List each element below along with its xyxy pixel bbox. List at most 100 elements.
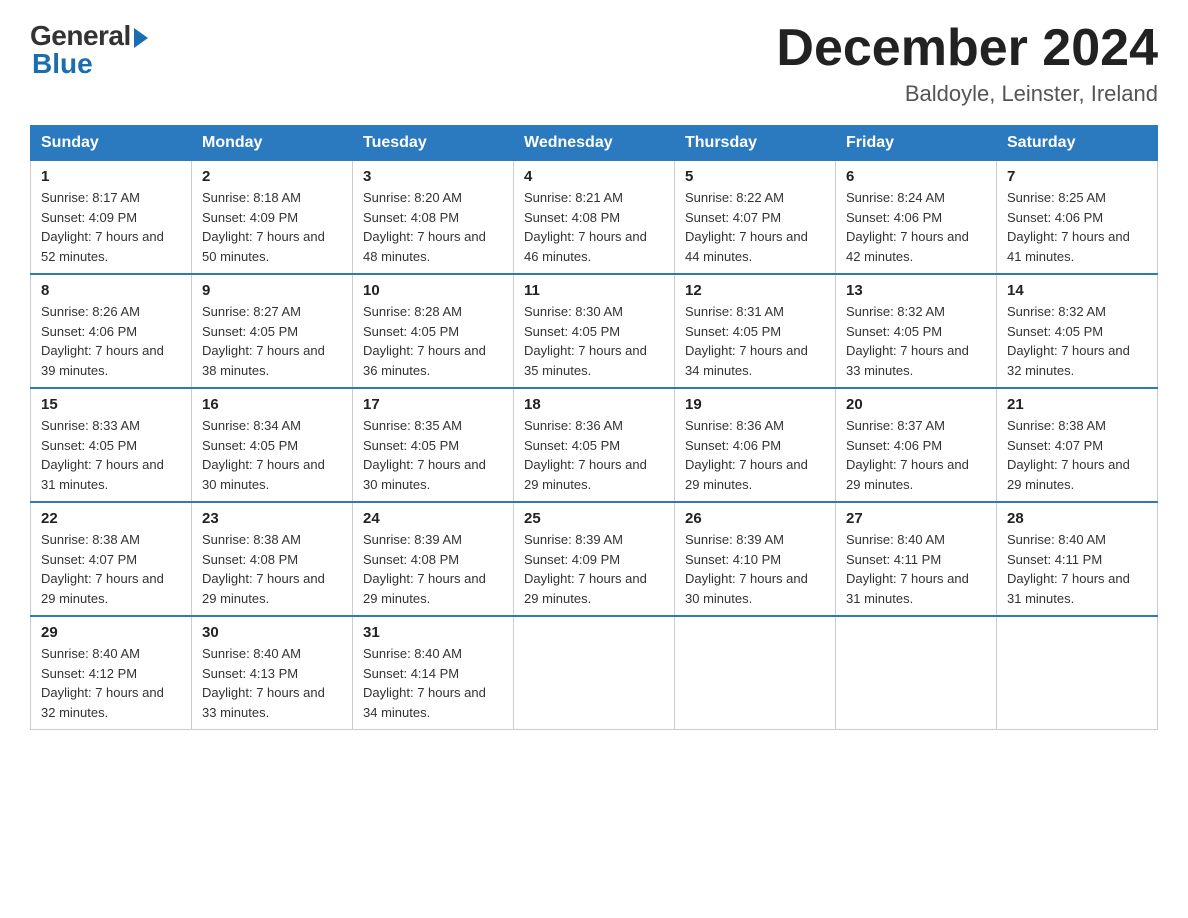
day-info: Sunrise: 8:37 AMSunset: 4:06 PMDaylight:… <box>846 418 969 492</box>
calendar-cell: 2 Sunrise: 8:18 AMSunset: 4:09 PMDayligh… <box>192 161 353 275</box>
calendar-week-3: 15 Sunrise: 8:33 AMSunset: 4:05 PMDaylig… <box>31 388 1158 502</box>
calendar-cell: 26 Sunrise: 8:39 AMSunset: 4:10 PMDaylig… <box>675 502 836 616</box>
calendar-cell: 12 Sunrise: 8:31 AMSunset: 4:05 PMDaylig… <box>675 274 836 388</box>
day-info: Sunrise: 8:40 AMSunset: 4:11 PMDaylight:… <box>1007 532 1130 606</box>
header-friday: Friday <box>836 126 997 161</box>
day-number: 21 <box>1007 396 1147 413</box>
day-number: 14 <box>1007 282 1147 299</box>
day-info: Sunrise: 8:21 AMSunset: 4:08 PMDaylight:… <box>524 190 647 264</box>
day-number: 29 <box>41 624 181 641</box>
day-info: Sunrise: 8:36 AMSunset: 4:05 PMDaylight:… <box>524 418 647 492</box>
day-number: 30 <box>202 624 342 641</box>
day-info: Sunrise: 8:17 AMSunset: 4:09 PMDaylight:… <box>41 190 164 264</box>
calendar-cell: 30 Sunrise: 8:40 AMSunset: 4:13 PMDaylig… <box>192 616 353 730</box>
day-info: Sunrise: 8:40 AMSunset: 4:12 PMDaylight:… <box>41 646 164 720</box>
day-number: 11 <box>524 282 664 299</box>
header-monday: Monday <box>192 126 353 161</box>
calendar-cell: 22 Sunrise: 8:38 AMSunset: 4:07 PMDaylig… <box>31 502 192 616</box>
calendar-cell: 3 Sunrise: 8:20 AMSunset: 4:08 PMDayligh… <box>353 161 514 275</box>
day-info: Sunrise: 8:22 AMSunset: 4:07 PMDaylight:… <box>685 190 808 264</box>
calendar-cell: 14 Sunrise: 8:32 AMSunset: 4:05 PMDaylig… <box>997 274 1158 388</box>
calendar-cell: 15 Sunrise: 8:33 AMSunset: 4:05 PMDaylig… <box>31 388 192 502</box>
day-info: Sunrise: 8:39 AMSunset: 4:08 PMDaylight:… <box>363 532 486 606</box>
month-title: December 2024 <box>776 20 1158 77</box>
day-number: 20 <box>846 396 986 413</box>
calendar-cell: 17 Sunrise: 8:35 AMSunset: 4:05 PMDaylig… <box>353 388 514 502</box>
day-info: Sunrise: 8:18 AMSunset: 4:09 PMDaylight:… <box>202 190 325 264</box>
day-info: Sunrise: 8:39 AMSunset: 4:10 PMDaylight:… <box>685 532 808 606</box>
day-info: Sunrise: 8:38 AMSunset: 4:07 PMDaylight:… <box>1007 418 1130 492</box>
day-info: Sunrise: 8:40 AMSunset: 4:11 PMDaylight:… <box>846 532 969 606</box>
day-info: Sunrise: 8:34 AMSunset: 4:05 PMDaylight:… <box>202 418 325 492</box>
day-info: Sunrise: 8:33 AMSunset: 4:05 PMDaylight:… <box>41 418 164 492</box>
day-number: 19 <box>685 396 825 413</box>
day-number: 9 <box>202 282 342 299</box>
day-number: 28 <box>1007 510 1147 527</box>
day-number: 12 <box>685 282 825 299</box>
day-number: 24 <box>363 510 503 527</box>
calendar-cell: 25 Sunrise: 8:39 AMSunset: 4:09 PMDaylig… <box>514 502 675 616</box>
day-info: Sunrise: 8:24 AMSunset: 4:06 PMDaylight:… <box>846 190 969 264</box>
calendar-cell: 20 Sunrise: 8:37 AMSunset: 4:06 PMDaylig… <box>836 388 997 502</box>
day-number: 6 <box>846 168 986 185</box>
calendar-cell: 23 Sunrise: 8:38 AMSunset: 4:08 PMDaylig… <box>192 502 353 616</box>
day-info: Sunrise: 8:39 AMSunset: 4:09 PMDaylight:… <box>524 532 647 606</box>
day-number: 31 <box>363 624 503 641</box>
logo-arrow-icon <box>134 28 148 48</box>
calendar-cell: 1 Sunrise: 8:17 AMSunset: 4:09 PMDayligh… <box>31 161 192 275</box>
day-info: Sunrise: 8:32 AMSunset: 4:05 PMDaylight:… <box>846 304 969 378</box>
day-number: 10 <box>363 282 503 299</box>
day-info: Sunrise: 8:40 AMSunset: 4:13 PMDaylight:… <box>202 646 325 720</box>
calendar-week-5: 29 Sunrise: 8:40 AMSunset: 4:12 PMDaylig… <box>31 616 1158 730</box>
day-number: 4 <box>524 168 664 185</box>
day-number: 2 <box>202 168 342 185</box>
day-number: 26 <box>685 510 825 527</box>
calendar-cell: 7 Sunrise: 8:25 AMSunset: 4:06 PMDayligh… <box>997 161 1158 275</box>
calendar-cell: 10 Sunrise: 8:28 AMSunset: 4:05 PMDaylig… <box>353 274 514 388</box>
day-number: 23 <box>202 510 342 527</box>
logo-blue-text: Blue <box>32 48 93 80</box>
calendar-cell: 13 Sunrise: 8:32 AMSunset: 4:05 PMDaylig… <box>836 274 997 388</box>
calendar-cell: 24 Sunrise: 8:39 AMSunset: 4:08 PMDaylig… <box>353 502 514 616</box>
day-number: 18 <box>524 396 664 413</box>
day-info: Sunrise: 8:26 AMSunset: 4:06 PMDaylight:… <box>41 304 164 378</box>
calendar-week-4: 22 Sunrise: 8:38 AMSunset: 4:07 PMDaylig… <box>31 502 1158 616</box>
calendar-cell <box>514 616 675 730</box>
day-info: Sunrise: 8:36 AMSunset: 4:06 PMDaylight:… <box>685 418 808 492</box>
logo: General Blue <box>30 20 148 80</box>
day-number: 13 <box>846 282 986 299</box>
day-info: Sunrise: 8:28 AMSunset: 4:05 PMDaylight:… <box>363 304 486 378</box>
calendar-cell: 31 Sunrise: 8:40 AMSunset: 4:14 PMDaylig… <box>353 616 514 730</box>
header-wednesday: Wednesday <box>514 126 675 161</box>
day-info: Sunrise: 8:27 AMSunset: 4:05 PMDaylight:… <box>202 304 325 378</box>
calendar-cell: 9 Sunrise: 8:27 AMSunset: 4:05 PMDayligh… <box>192 274 353 388</box>
calendar-cell: 28 Sunrise: 8:40 AMSunset: 4:11 PMDaylig… <box>997 502 1158 616</box>
calendar-cell: 16 Sunrise: 8:34 AMSunset: 4:05 PMDaylig… <box>192 388 353 502</box>
day-number: 22 <box>41 510 181 527</box>
calendar-cell <box>675 616 836 730</box>
day-number: 5 <box>685 168 825 185</box>
header-tuesday: Tuesday <box>353 126 514 161</box>
calendar-cell: 11 Sunrise: 8:30 AMSunset: 4:05 PMDaylig… <box>514 274 675 388</box>
title-block: December 2024 Baldoyle, Leinster, Irelan… <box>776 20 1158 107</box>
day-info: Sunrise: 8:31 AMSunset: 4:05 PMDaylight:… <box>685 304 808 378</box>
calendar-cell: 8 Sunrise: 8:26 AMSunset: 4:06 PMDayligh… <box>31 274 192 388</box>
day-info: Sunrise: 8:32 AMSunset: 4:05 PMDaylight:… <box>1007 304 1130 378</box>
location-text: Baldoyle, Leinster, Ireland <box>776 81 1158 107</box>
calendar-cell: 19 Sunrise: 8:36 AMSunset: 4:06 PMDaylig… <box>675 388 836 502</box>
day-number: 7 <box>1007 168 1147 185</box>
day-info: Sunrise: 8:38 AMSunset: 4:07 PMDaylight:… <box>41 532 164 606</box>
calendar-table: SundayMondayTuesdayWednesdayThursdayFrid… <box>30 125 1158 730</box>
calendar-week-2: 8 Sunrise: 8:26 AMSunset: 4:06 PMDayligh… <box>31 274 1158 388</box>
page-header: General Blue December 2024 Baldoyle, Lei… <box>30 20 1158 107</box>
day-info: Sunrise: 8:30 AMSunset: 4:05 PMDaylight:… <box>524 304 647 378</box>
day-info: Sunrise: 8:38 AMSunset: 4:08 PMDaylight:… <box>202 532 325 606</box>
calendar-cell <box>836 616 997 730</box>
day-info: Sunrise: 8:35 AMSunset: 4:05 PMDaylight:… <box>363 418 486 492</box>
day-info: Sunrise: 8:25 AMSunset: 4:06 PMDaylight:… <box>1007 190 1130 264</box>
calendar-week-1: 1 Sunrise: 8:17 AMSunset: 4:09 PMDayligh… <box>31 161 1158 275</box>
header-sunday: Sunday <box>31 126 192 161</box>
day-number: 1 <box>41 168 181 185</box>
calendar-cell: 18 Sunrise: 8:36 AMSunset: 4:05 PMDaylig… <box>514 388 675 502</box>
calendar-cell: 21 Sunrise: 8:38 AMSunset: 4:07 PMDaylig… <box>997 388 1158 502</box>
